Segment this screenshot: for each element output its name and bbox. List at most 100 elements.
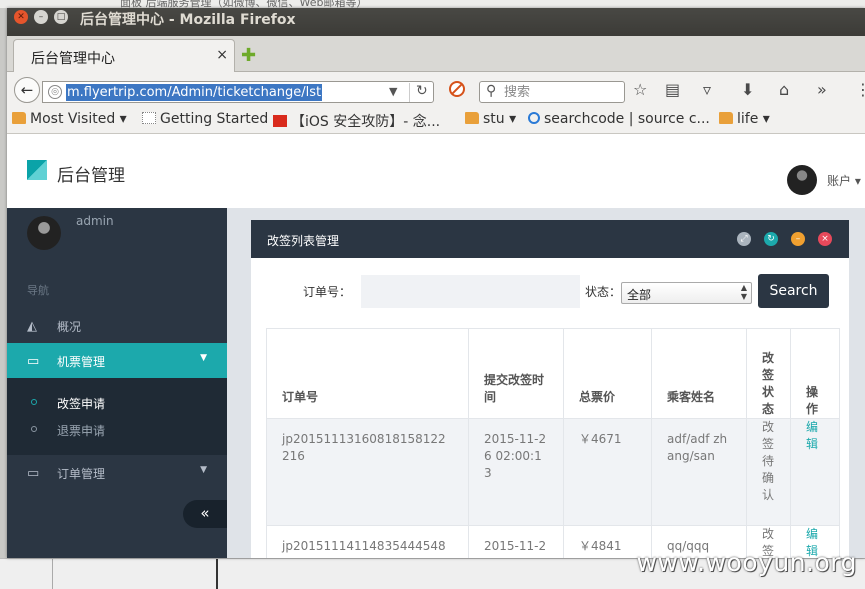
page-icon	[142, 112, 156, 124]
firefox-window: ✕ – □ 后台管理中心 - Mozilla Firefox 后台管理中心 × …	[7, 8, 865, 558]
site-header: 后台管理 账户 ▾	[7, 135, 865, 208]
url-text[interactable]: m.flyertrip.com/Admin/ticketchange/lst	[66, 84, 323, 101]
home-icon[interactable]: ⌂	[779, 81, 789, 99]
user-avatar	[27, 216, 61, 250]
refresh-icon[interactable]: ↻	[764, 232, 778, 246]
sidebar-subitem-refund-request[interactable]: 退票申请	[7, 418, 227, 442]
url-dropdown-icon[interactable]: ▼	[389, 85, 397, 98]
web-content: 后台管理 账户 ▾ admin 导航 ◭ 概况 ▭ 机票管理 ▼ 改签申请 退票…	[7, 135, 865, 558]
searchcode-icon	[528, 112, 540, 124]
overflow-chevron-icon[interactable]: »	[817, 81, 827, 99]
new-tab-plus-icon[interactable]: ✚	[241, 45, 256, 66]
cell-total-price: ￥4671	[563, 418, 652, 526]
watermark-text: www.wooyun.org	[636, 548, 857, 577]
status-select-value: 全部	[627, 288, 652, 302]
header-submit-time: 提交改签时间	[468, 328, 564, 419]
sidebar: admin 导航 ◭ 概况 ▭ 机票管理 ▼ 改签申请 退票申请 ▭ 订单管理 …	[7, 208, 227, 558]
cell-order-number: jp20151114114835444548700	[266, 525, 469, 558]
folder-icon	[465, 112, 479, 124]
logo-icon[interactable]	[27, 160, 47, 180]
laptop-icon: ▭	[27, 354, 40, 369]
window-maximize-button[interactable]: □	[54, 10, 68, 24]
bookmark-life[interactable]: life ▾	[719, 111, 770, 127]
browser-tab[interactable]: 后台管理中心 ×	[13, 39, 235, 72]
sidebar-item-order-management[interactable]: ▭ 订单管理 ▼	[7, 455, 227, 490]
chart-icon: ◭	[27, 319, 37, 334]
sidebar-collapse-button[interactable]: «	[183, 500, 227, 528]
tab-label: 后台管理中心	[31, 51, 115, 67]
list-panel: 改签列表管理 ⤢ ↻ – × 订单号： 状态： 全部 ▲ ▼ Search 订单…	[251, 220, 849, 558]
status-label: 状态：	[585, 285, 622, 299]
sidebar-item-ticket-management[interactable]: ▭ 机票管理 ▼	[7, 343, 227, 378]
cell-order-number: jp20151113160818158122216	[266, 418, 469, 526]
site-brand[interactable]: 后台管理	[57, 161, 125, 186]
header-order-number: 订单号	[266, 328, 469, 419]
folder-icon	[12, 112, 26, 124]
window-close-button[interactable]: ✕	[14, 10, 28, 24]
search-input[interactable]	[504, 84, 619, 101]
bookmark-star-icon[interactable]: ☆	[633, 81, 647, 99]
table-header-row: 订单号 提交改签时间 总票价 乘客姓名 改签状态 操作	[266, 328, 840, 419]
username: admin	[76, 214, 114, 228]
globe-icon: ◎	[48, 85, 62, 99]
minimize-icon[interactable]: –	[791, 232, 805, 246]
edit-link[interactable]: 编辑	[806, 420, 818, 451]
noscript-icon[interactable]	[449, 81, 465, 97]
bookmark-ios-security[interactable]: 【iOS 安全攻防】- 念...	[273, 111, 440, 131]
order-number-label: 订单号：	[303, 285, 352, 299]
ticket-submenu: 改签申请 退票申请	[7, 378, 227, 455]
download-arrow-icon[interactable]: ⬇	[741, 81, 754, 99]
cell-change-status: 改签待确认	[746, 418, 791, 526]
bookmark-stu[interactable]: stu ▾	[465, 111, 516, 127]
header-passenger-name: 乘客姓名	[651, 328, 747, 419]
folder-icon	[719, 112, 733, 124]
bookmarks-toolbar: Most Visited ▾ Getting Started 【iOS 安全攻防…	[7, 107, 865, 134]
back-arrow-icon[interactable]: ←	[14, 77, 40, 103]
table-row: jp20151113160818158122216 2015-11-26 02:…	[266, 418, 840, 526]
pocket-icon[interactable]: ▿	[703, 81, 711, 99]
reading-list-icon[interactable]: ▤	[665, 81, 680, 99]
header-change-status: 改签状态	[746, 328, 791, 419]
window-title: 后台管理中心 - Mozilla Firefox	[80, 12, 296, 28]
search-button[interactable]: Search	[758, 274, 829, 308]
tab-close-icon[interactable]: ×	[216, 47, 228, 63]
search-box[interactable]: ⚲	[479, 81, 625, 103]
panel-title: 改签列表管理	[267, 234, 340, 248]
account-menu[interactable]: 账户 ▾	[827, 172, 861, 189]
change-request-table: 订单号 提交改签时间 总票价 乘客姓名 改签状态 操作 jp2015111316…	[266, 328, 840, 558]
caret-down-icon: ▼	[200, 465, 207, 475]
background-window-text: 面板 后端服务管理（如微博、微信、Web邮箱等）	[120, 0, 368, 8]
status-select[interactable]: 全部 ▲ ▼	[621, 282, 752, 304]
title-bar: ✕ – □ 后台管理中心 - Mozilla Firefox	[7, 8, 865, 36]
bookmark-getting-started[interactable]: Getting Started	[142, 111, 268, 127]
bullet-icon	[31, 426, 37, 432]
caret-down-icon: ▼	[200, 353, 207, 363]
main-area: 改签列表管理 ⤢ ↻ – × 订单号： 状态： 全部 ▲ ▼ Search 订单…	[227, 208, 865, 558]
menu-icon[interactable]: ⋮	[855, 81, 865, 99]
cell-submit-time: 2015-11-24 02:45:27	[468, 525, 564, 558]
bullet-icon	[31, 399, 37, 405]
window-minimize-button[interactable]: –	[34, 10, 48, 24]
bookmark-searchcode[interactable]: searchcode | source c...	[528, 111, 710, 127]
panel-header: 改签列表管理 ⤢ ↻ – ×	[251, 220, 849, 258]
header-action: 操作	[790, 328, 840, 419]
reload-icon[interactable]: ↻	[409, 83, 428, 102]
nav-section-label: 导航	[27, 284, 49, 297]
bookmark-most-visited[interactable]: Most Visited ▾	[12, 111, 127, 127]
sidebar-item-overview[interactable]: ◭ 概况	[7, 308, 227, 343]
header-total-price: 总票价	[563, 328, 652, 419]
search-icon: ⚲	[486, 83, 497, 99]
order-number-input[interactable]	[361, 275, 580, 308]
sidebar-subitem-change-request[interactable]: 改签申请	[7, 391, 227, 415]
close-icon[interactable]: ×	[818, 232, 832, 246]
red-c-icon	[273, 115, 287, 127]
cell-submit-time: 2015-11-26 02:00:13	[468, 418, 564, 526]
url-bar[interactable]: ◎ m.flyertrip.com/Admin/ticketchange/lst…	[42, 81, 434, 103]
account-avatar[interactable]	[787, 165, 817, 195]
cell-passenger-name: adf/adf zhang/san	[651, 418, 747, 526]
expand-icon[interactable]: ⤢	[737, 232, 751, 246]
updown-arrows-icon: ▲ ▼	[740, 283, 747, 301]
filter-form: 订单号： 状态： 全部 ▲ ▼ Search	[251, 258, 849, 320]
laptop-icon: ▭	[27, 466, 40, 481]
tab-strip: 后台管理中心 × ✚	[7, 36, 865, 72]
